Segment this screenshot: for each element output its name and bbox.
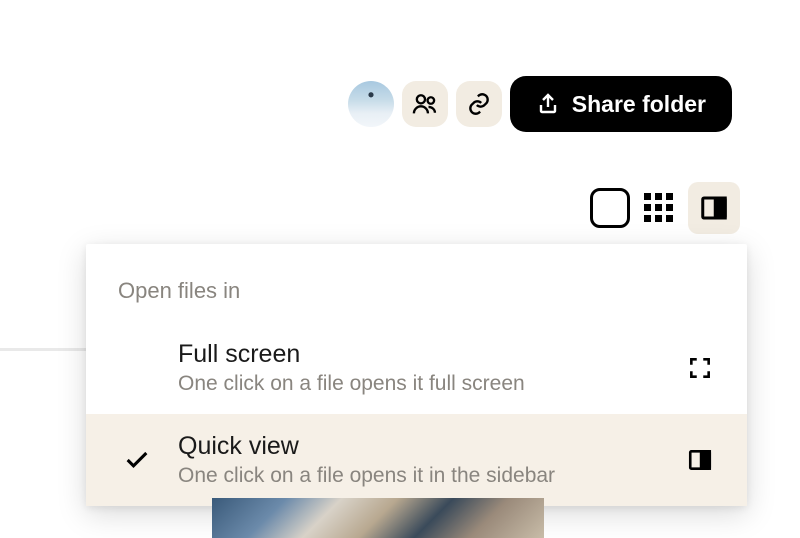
option-desc: One click on a file opens it full screen xyxy=(178,372,667,396)
people-button[interactable] xyxy=(402,81,448,127)
open-files-dropdown: Open files in Full screen One click on a… xyxy=(86,244,747,506)
sidebar-view-button[interactable] xyxy=(688,182,740,234)
option-desc: One click on a file opens it in the side… xyxy=(178,464,667,488)
share-folder-button[interactable]: Share folder xyxy=(510,76,732,132)
dropdown-header: Open files in xyxy=(86,244,747,322)
sidebar-panel-icon xyxy=(685,447,715,473)
grid-view-button[interactable] xyxy=(644,193,674,223)
link-button[interactable] xyxy=(456,81,502,127)
sidebar-panel-icon xyxy=(699,193,729,223)
check-icon xyxy=(123,446,151,474)
option-title: Full screen xyxy=(178,340,667,369)
people-icon xyxy=(411,90,439,118)
select-all-checkbox[interactable] xyxy=(590,188,630,228)
option-quick-view[interactable]: Quick view One click on a file opens it … xyxy=(86,414,747,506)
option-full-screen[interactable]: Full screen One click on a file opens it… xyxy=(86,322,747,414)
divider xyxy=(0,348,86,351)
avatar[interactable] xyxy=(348,81,394,127)
file-thumbnail[interactable] xyxy=(212,498,544,538)
share-icon xyxy=(536,92,560,116)
share-label: Share folder xyxy=(572,91,706,118)
fullscreen-icon xyxy=(685,355,715,381)
link-icon xyxy=(466,91,492,117)
option-title: Quick view xyxy=(178,432,667,461)
